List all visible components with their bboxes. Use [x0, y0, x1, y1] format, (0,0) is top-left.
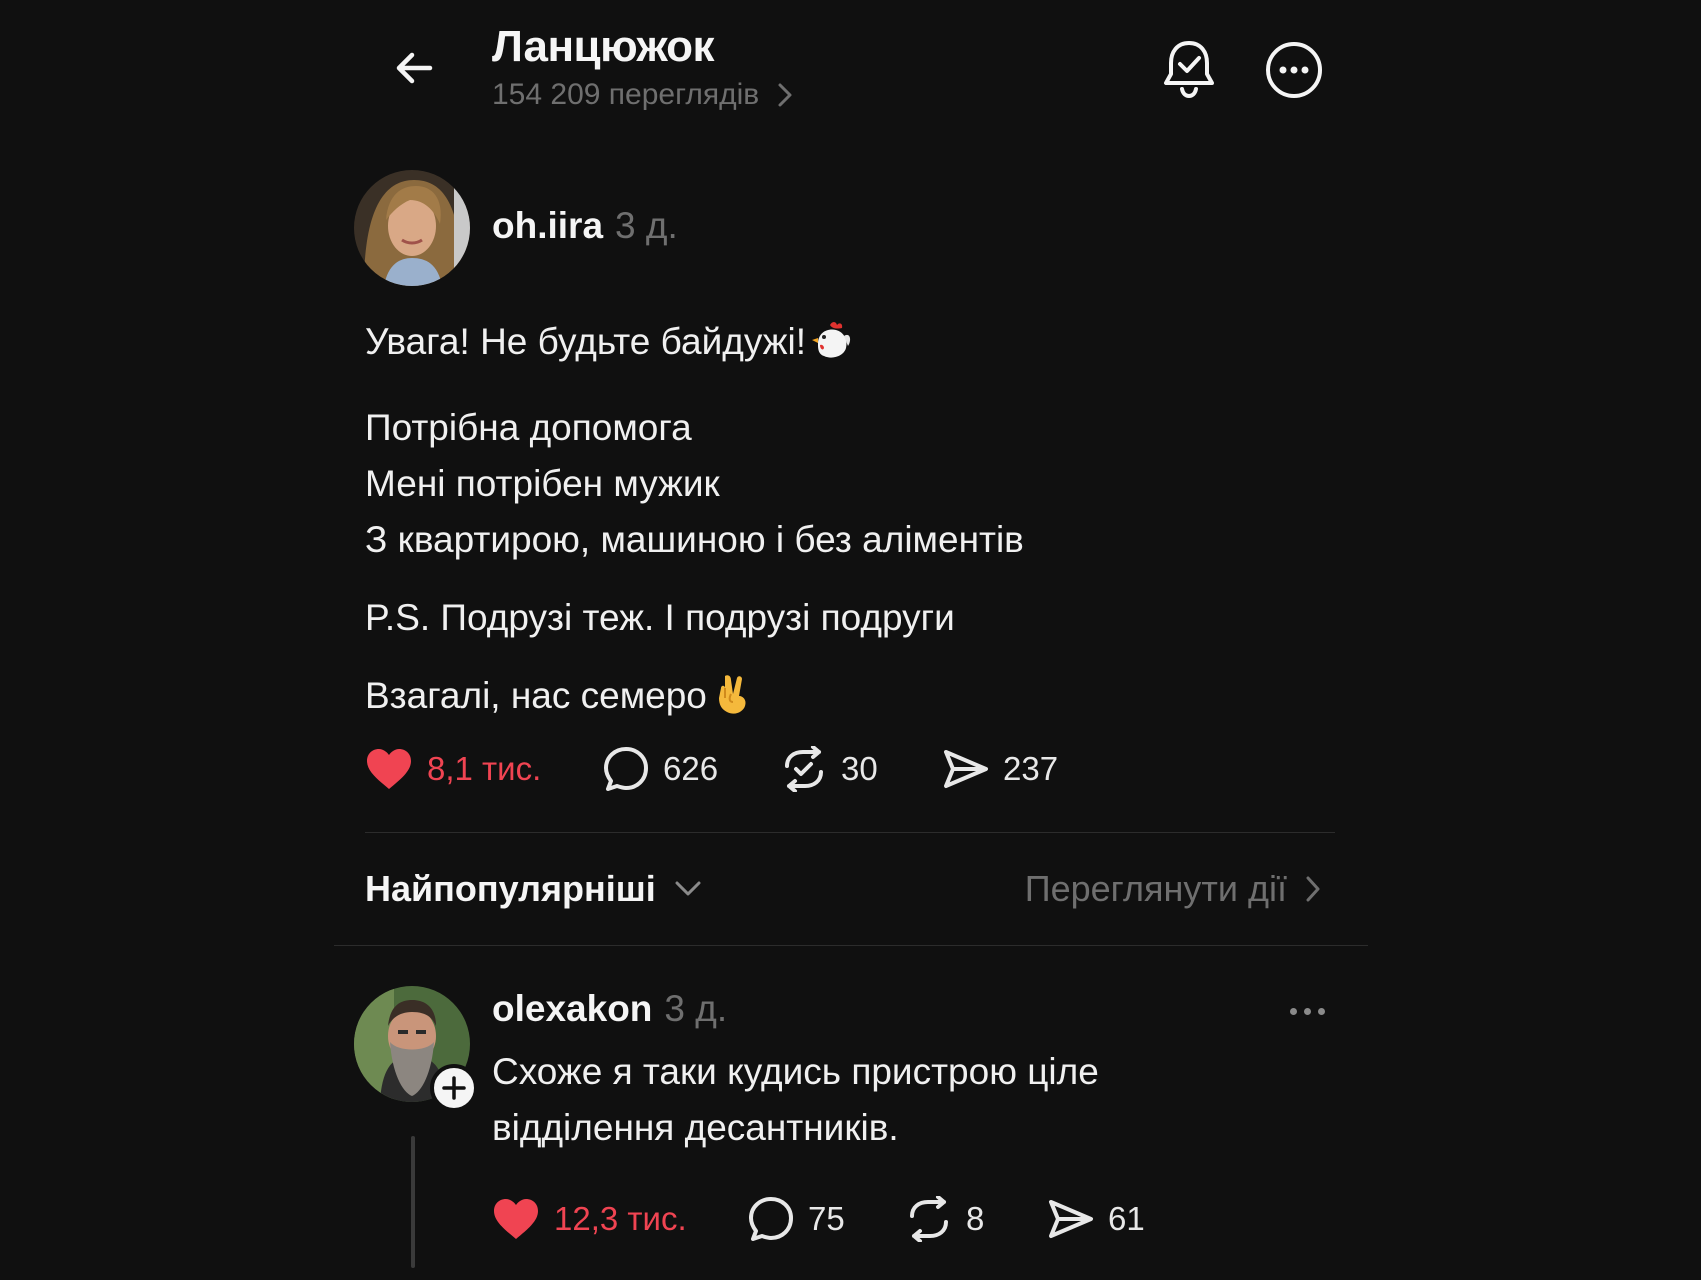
reply-time: 3 д. [664, 988, 728, 1029]
post-line: Потрібна допомога [365, 407, 692, 448]
more-options-button[interactable] [1262, 38, 1326, 102]
post-paragraph: Потрібна допомога Мені потрібен мужик З … [365, 400, 1325, 568]
view-activity-label: Переглянути дії [1024, 868, 1287, 909]
divider [365, 832, 1335, 833]
heart-icon [367, 749, 411, 789]
chevron-right-icon [778, 83, 792, 107]
page-title: Ланцюжок [492, 22, 715, 71]
reply-like-count: 12,3 тис. [554, 1200, 687, 1237]
comment-button[interactable]: 626 [603, 746, 781, 792]
back-arrow-icon [396, 52, 433, 84]
sort-label: Найпопулярніші [365, 868, 656, 909]
chevron-down-icon [675, 881, 701, 896]
share-count: 237 [1003, 750, 1059, 787]
reply-comment-count: 75 [808, 1200, 845, 1237]
views-link[interactable]: 154 209 переглядів [492, 78, 793, 112]
back-button[interactable] [386, 40, 442, 96]
crossed-fingers-emoji [711, 672, 751, 732]
bell-check-icon [1164, 41, 1214, 99]
notifications-button[interactable] [1158, 36, 1220, 102]
chevron-right-icon [1306, 876, 1320, 902]
reply-text: Схоже я таки кудись пристрою ціле відділ… [492, 1044, 1252, 1156]
reply-share-count: 61 [1108, 1200, 1145, 1237]
reply-more-button[interactable] [1282, 996, 1332, 1026]
reply-author: olexakon 3 д. [492, 988, 727, 1030]
reply-repost-button[interactable]: 8 [906, 1196, 1048, 1242]
follow-button[interactable] [430, 1064, 478, 1112]
plus-icon [442, 1076, 466, 1100]
heart-icon [494, 1199, 538, 1239]
post-username[interactable]: oh.iira [492, 205, 603, 247]
reply-text-line: Схоже я таки кудись пристрою ціле [492, 1051, 1099, 1092]
post-time: 3 д. [615, 205, 678, 246]
reply-text-line: відділення десантників. [492, 1107, 899, 1148]
reply-share-button[interactable]: 61 [1048, 1198, 1145, 1240]
post-author-avatar[interactable] [354, 170, 470, 286]
post-actions: 8,1 тис. 626 30 237 [365, 746, 1058, 792]
thread-page: Ланцюжок 154 209 переглядів oh.iira 3 д.… [0, 0, 1701, 1280]
post-text: Увага! Не будьте байдужі! Потрібна допом… [365, 314, 1325, 754]
share-icon [1049, 1200, 1093, 1238]
post-author: oh.iira 3 д. [492, 205, 678, 247]
divider [334, 945, 1368, 946]
reply-actions: 12,3 тис. 75 8 61 [492, 1196, 1145, 1242]
share-icon [944, 750, 988, 788]
share-button[interactable]: 237 [943, 748, 1058, 790]
reply-repost-count: 8 [966, 1200, 985, 1237]
reply-like-button[interactable]: 12,3 тис. [492, 1197, 748, 1241]
post-line: Увага! Не будьте байдужі! [365, 314, 1325, 378]
comment-count: 626 [663, 750, 719, 787]
more-circle-icon [1266, 42, 1322, 98]
repost-count: 30 [841, 750, 878, 787]
comment-icon [604, 747, 648, 791]
views-count: 154 209 переглядів [492, 78, 760, 111]
repost-icon [910, 1196, 948, 1242]
post-line: Взагалі, нас семеро [365, 668, 1325, 732]
repost-icon [785, 746, 823, 792]
post-line: P.S. Подрузі теж. І подрузі подруги [365, 597, 955, 638]
post-line: З квартирою, машиною і без аліментів [365, 519, 1024, 560]
comment-icon [749, 1197, 793, 1241]
thread-line [411, 1136, 415, 1268]
sort-dropdown[interactable]: Найпопулярніші [365, 868, 702, 910]
reply-username[interactable]: olexakon [492, 988, 652, 1030]
reply-comment-button[interactable]: 75 [748, 1196, 906, 1242]
chicken-emoji [810, 318, 854, 378]
view-activity-link[interactable]: Переглянути дії [1025, 868, 1321, 910]
repost-button[interactable]: 30 [781, 746, 943, 792]
like-button[interactable]: 8,1 тис. [365, 747, 603, 791]
post-line: Мені потрібен мужик [365, 463, 720, 504]
like-count: 8,1 тис. [427, 750, 542, 787]
